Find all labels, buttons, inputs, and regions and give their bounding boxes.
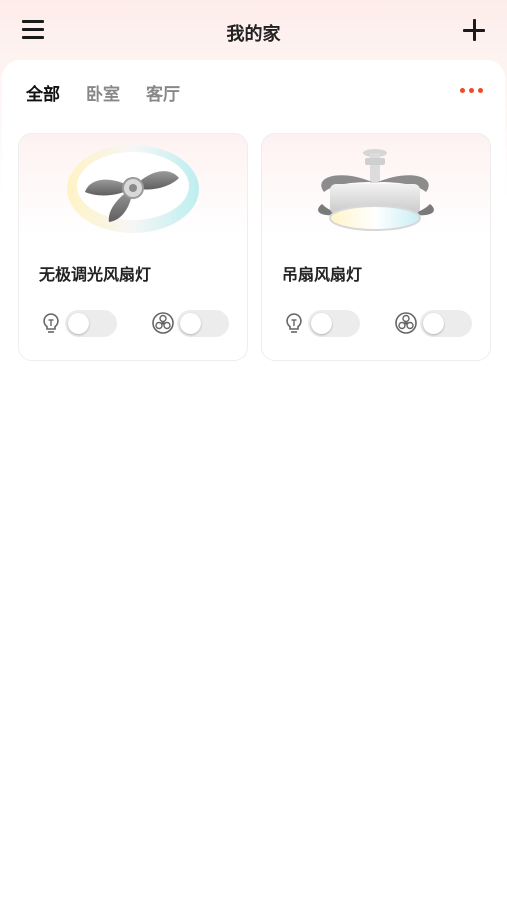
ceiling-fan-light-ring-icon — [67, 145, 199, 233]
add-device-icon[interactable] — [463, 19, 485, 41]
room-tabs: 全部 卧室 客厅 — [26, 80, 206, 105]
device-card-fan-light[interactable]: 无极调光风扇灯 — [18, 133, 248, 361]
fan-toggle[interactable] — [177, 310, 229, 337]
light-bulb-icon — [286, 313, 302, 333]
top-bar: 我的家 — [0, 0, 507, 62]
light-toggle[interactable] — [308, 310, 360, 337]
tab-all[interactable]: 全部 — [26, 80, 60, 105]
device-name: 吊扇风扇灯 — [282, 265, 363, 284]
device-card-ceiling-fan[interactable]: 吊扇风扇灯 — [261, 133, 491, 361]
light-bulb-icon — [43, 313, 59, 333]
fan-icon — [152, 312, 174, 334]
page-title: 我的家 — [226, 24, 281, 45]
tab-bedroom[interactable]: 卧室 — [86, 80, 120, 105]
pendant-ceiling-fan-icon — [318, 149, 434, 231]
fan-icon — [395, 312, 417, 334]
device-name: 无极调光风扇灯 — [39, 265, 152, 284]
tab-living-room[interactable]: 客厅 — [146, 80, 180, 105]
light-toggle[interactable] — [65, 310, 117, 337]
more-dots-icon[interactable] — [460, 88, 484, 94]
fan-toggle[interactable] — [420, 310, 472, 337]
